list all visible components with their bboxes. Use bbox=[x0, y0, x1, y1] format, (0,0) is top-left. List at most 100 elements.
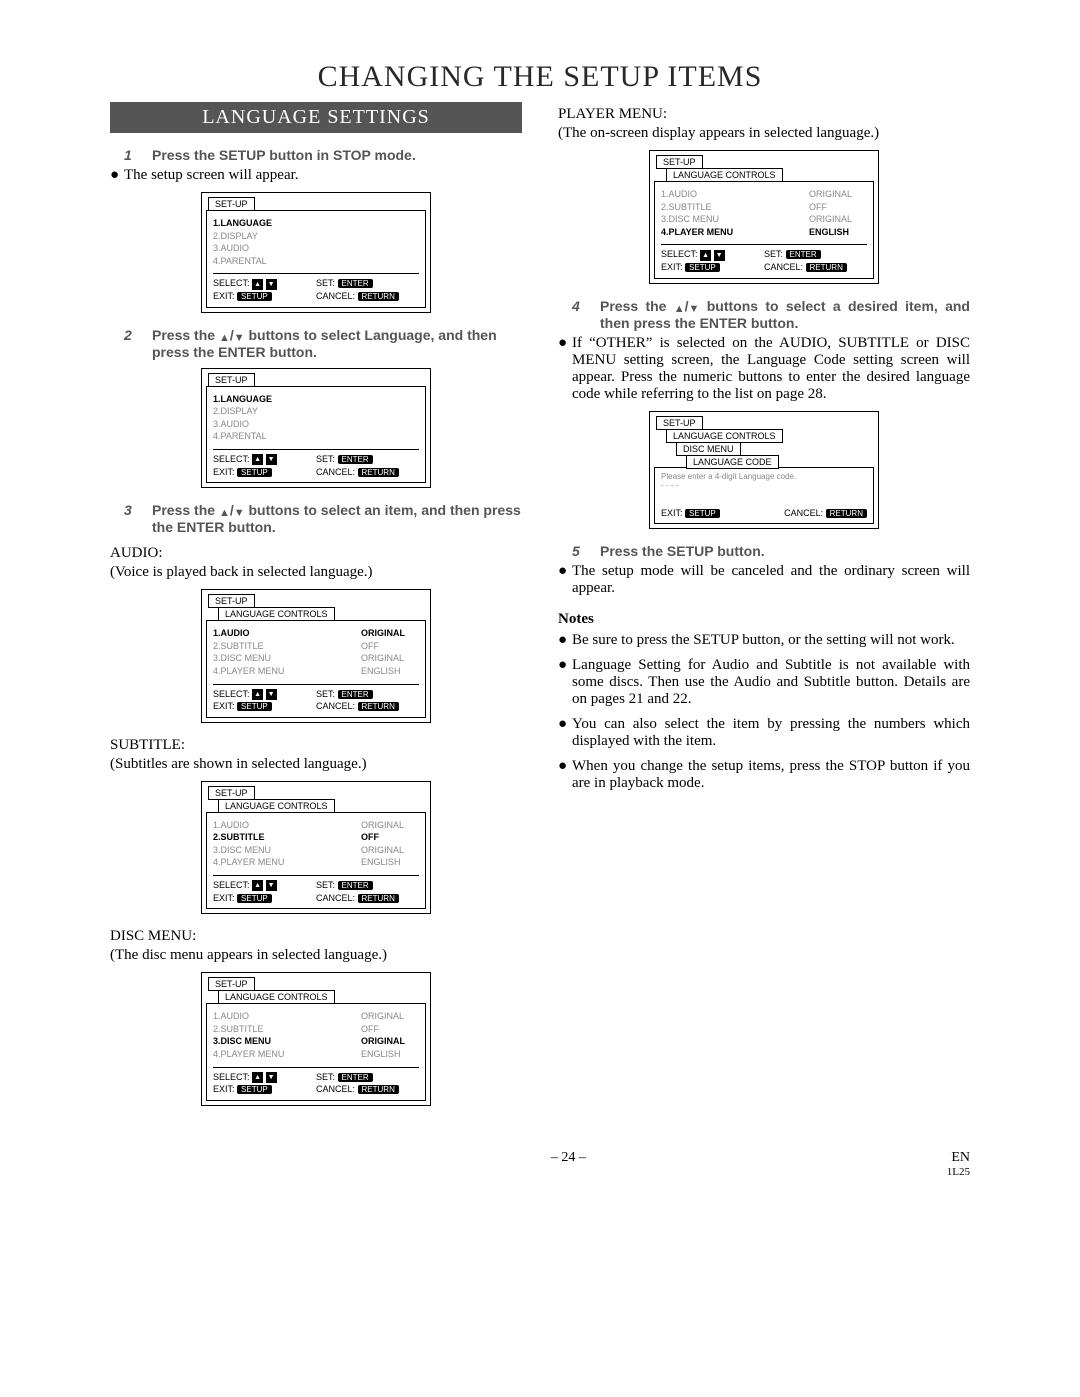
osd-tab-setup: SET-UP bbox=[656, 416, 703, 430]
page-title: CHANGING THE SETUP ITEMS bbox=[110, 60, 970, 94]
osd-tab-langcode: LANGUAGE CODE bbox=[686, 455, 779, 469]
osd-pill-setup: SETUP bbox=[237, 468, 272, 477]
bullet-icon: ● bbox=[558, 657, 572, 708]
up-icon: ▲ bbox=[252, 454, 263, 465]
osd-tab-langctrl: LANGUAGE CONTROLS bbox=[218, 607, 335, 621]
osd-pill-enter: ENTER bbox=[338, 455, 373, 464]
osd-pill-setup: SETUP bbox=[685, 263, 720, 272]
osd-screen-setup-lang: SET-UP 1.LANGUAGE 2.DISPLAY 3.AUDIO 4.PA… bbox=[110, 368, 522, 489]
osd-label-cancel: CANCEL: bbox=[764, 262, 803, 272]
osd-item-discmenu: 3.DISC MENU bbox=[213, 844, 361, 857]
osd-label-exit: EXIT: bbox=[213, 291, 235, 301]
osd-item-audio: 1.AUDIO bbox=[213, 819, 361, 832]
osd-label-set: SET: bbox=[764, 249, 783, 259]
osd-pill-setup: SETUP bbox=[237, 894, 272, 903]
osd-label-select: SELECT: bbox=[661, 249, 698, 259]
osd-item-display: 2.DISPLAY bbox=[213, 405, 419, 418]
osd-screen-subtitle: SET-UP LANGUAGE CONTROLS 1.AUDIOORIGINAL… bbox=[110, 781, 522, 915]
osd-screen-playermenu: SET-UP LANGUAGE CONTROLS 1.AUDIOORIGINAL… bbox=[558, 150, 970, 284]
down-triangle-icon: ▼ bbox=[234, 508, 245, 519]
up-icon: ▲ bbox=[700, 250, 711, 261]
osd-item-discmenu: 3.DISC MENU bbox=[661, 213, 809, 226]
osd-pill-return: RETURN bbox=[806, 263, 847, 272]
osd-label-exit: EXIT: bbox=[213, 1084, 235, 1094]
osd-item-playermenu: 4.PLAYER MENU bbox=[213, 665, 361, 678]
up-icon: ▲ bbox=[252, 279, 263, 290]
osd-label-cancel: CANCEL: bbox=[316, 467, 355, 477]
osd-pill-return: RETURN bbox=[358, 1085, 399, 1094]
osd-item-language: 1.LANGUAGE bbox=[213, 393, 419, 406]
bullet-icon: ● bbox=[558, 716, 572, 750]
osd-val-off: OFF bbox=[361, 831, 419, 844]
osd-pill-return: RETURN bbox=[358, 292, 399, 301]
osd-item-parental: 4.PARENTAL bbox=[213, 430, 419, 443]
osd-val-original: ORIGINAL bbox=[361, 1010, 419, 1023]
osd-item-playermenu: 4.PLAYER MENU bbox=[661, 226, 809, 239]
osd-pill-enter: ENTER bbox=[338, 881, 373, 890]
step-1: 1 Press the SETUP button in STOP mode. bbox=[124, 147, 522, 163]
osd-val-original: ORIGINAL bbox=[809, 213, 867, 226]
osd-item-subtitle: 2.SUBTITLE bbox=[213, 1023, 361, 1036]
osd-label-select: SELECT: bbox=[213, 1072, 250, 1082]
osd-label-set: SET: bbox=[316, 1072, 335, 1082]
osd-tab-setup: SET-UP bbox=[208, 197, 255, 211]
down-icon: ▼ bbox=[266, 454, 277, 465]
osd-val-english: ENGLISH bbox=[361, 665, 419, 678]
osd-val-off: OFF bbox=[361, 640, 419, 653]
osd-pill-setup: SETUP bbox=[237, 702, 272, 711]
osd-tab-setup: SET-UP bbox=[208, 594, 255, 608]
osd-item-audio: 1.AUDIO bbox=[213, 627, 361, 640]
body-text: If “OTHER” is selected on the AUDIO, SUB… bbox=[572, 335, 970, 403]
note-text: You can also select the item by pressing… bbox=[572, 716, 970, 750]
notes-heading: Notes bbox=[558, 611, 970, 628]
osd-tab-langctrl: LANGUAGE CONTROLS bbox=[666, 429, 783, 443]
note-2: ● Language Setting for Audio and Subtitl… bbox=[558, 657, 970, 708]
down-icon: ▼ bbox=[266, 279, 277, 290]
osd-item-language: 1.LANGUAGE bbox=[213, 217, 419, 230]
osd-pill-return: RETURN bbox=[358, 894, 399, 903]
two-column-layout: LANGUAGE SETTINGS 1 Press the SETUP butt… bbox=[110, 102, 970, 1120]
osd-label-exit: EXIT: bbox=[213, 467, 235, 477]
step-5: 5 Press the SETUP button. bbox=[572, 543, 970, 559]
osd-val-original: ORIGINAL bbox=[361, 1035, 419, 1048]
osd-label-cancel: CANCEL: bbox=[316, 291, 355, 301]
subheading-discmenu: DISC MENU: bbox=[110, 928, 522, 945]
osd-item-audio: 1.AUDIO bbox=[661, 188, 809, 201]
osd-tab-setup: SET-UP bbox=[208, 373, 255, 387]
bullet-icon: ● bbox=[558, 563, 572, 597]
step-2: 2 Press the ▲/▼ buttons to select Langua… bbox=[124, 327, 522, 360]
subbody-subtitle: (Subtitles are shown in selected languag… bbox=[110, 756, 522, 773]
osd-label-set: SET: bbox=[316, 880, 335, 890]
osd-label-cancel: CANCEL: bbox=[316, 701, 355, 711]
osd-label-cancel: CANCEL: bbox=[316, 1084, 355, 1094]
page-footer: – 24 – EN 1L25 bbox=[110, 1150, 970, 1178]
down-icon: ▼ bbox=[266, 689, 277, 700]
osd-pill-setup: SETUP bbox=[237, 1085, 272, 1094]
subbody-discmenu: (The disc menu appears in selected langu… bbox=[110, 947, 522, 964]
osd-item-discmenu: 3.DISC MENU bbox=[213, 1035, 361, 1048]
note-1: ● Be sure to press the SETUP button, or … bbox=[558, 632, 970, 649]
body-text: The setup screen will appear. bbox=[124, 167, 522, 184]
osd-label-select: SELECT: bbox=[213, 880, 250, 890]
step-text: Press the SETUP button. bbox=[600, 543, 970, 559]
footer-code: 1L25 bbox=[947, 1166, 970, 1178]
osd-pill-return: RETURN bbox=[358, 468, 399, 477]
up-icon: ▲ bbox=[252, 689, 263, 700]
osd-item-discmenu: 3.DISC MENU bbox=[213, 652, 361, 665]
step-text: Press the ▲/▼ buttons to select a desire… bbox=[600, 298, 970, 331]
osd-item-subtitle: 2.SUBTITLE bbox=[213, 640, 361, 653]
bullet-icon: ● bbox=[110, 167, 124, 184]
bullet-icon: ● bbox=[558, 758, 572, 792]
osd-val-english: ENGLISH bbox=[361, 856, 419, 869]
subheading-audio: AUDIO: bbox=[110, 545, 522, 562]
osd-item-playermenu: 4.PLAYER MENU bbox=[213, 1048, 361, 1061]
up-icon: ▲ bbox=[252, 1072, 263, 1083]
note-text: Language Setting for Audio and Subtitle … bbox=[572, 657, 970, 708]
step-4-body: ● If “OTHER” is selected on the AUDIO, S… bbox=[558, 335, 970, 403]
osd-screen-audio: SET-UP LANGUAGE CONTROLS 1.AUDIOORIGINAL… bbox=[110, 589, 522, 723]
osd-val-english: ENGLISH bbox=[361, 1048, 419, 1061]
osd-label-cancel: CANCEL: bbox=[784, 508, 823, 518]
bullet-icon: ● bbox=[558, 632, 572, 649]
note-text: Be sure to press the SETUP button, or th… bbox=[572, 632, 970, 649]
osd-val-off: OFF bbox=[361, 1023, 419, 1036]
